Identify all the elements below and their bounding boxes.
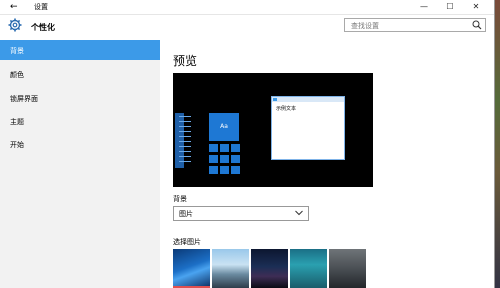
- picture-thumbnail-underwater[interactable]: [290, 249, 327, 288]
- preview-sample-text: 示例文本: [276, 106, 297, 112]
- preview-title: 预览: [173, 54, 198, 68]
- maximize-button[interactable]: ☐: [438, 0, 462, 14]
- sidebar-item-label: 开始: [10, 141, 24, 149]
- preview-tile-large: Aa: [209, 113, 239, 141]
- sidebar-item-lock-screen[interactable]: 锁屏界面: [0, 88, 160, 108]
- choose-picture-label: 选择图片: [173, 238, 201, 246]
- settings-window: ← 设置 — ☐ ✕ 个性化 查找设置 背景 颜色 锁屏界面 主题 开始 预览 …: [0, 0, 495, 288]
- title-bar: ← 设置 — ☐ ✕: [0, 0, 494, 15]
- picture-thumbnail-lake-mountain[interactable]: [212, 249, 249, 288]
- sidebar-item-label: 颜色: [10, 71, 24, 79]
- sidebar: 背景 颜色 锁屏界面 主题 开始: [0, 40, 160, 288]
- sidebar-item-label: 锁屏界面: [10, 95, 38, 103]
- back-arrow-icon[interactable]: ←: [10, 1, 18, 13]
- chevron-down-icon: [295, 210, 303, 216]
- search-placeholder: 查找设置: [351, 22, 379, 30]
- close-button[interactable]: ✕: [464, 0, 488, 14]
- preview-sample-window: 示例文本: [271, 96, 345, 160]
- main-content: 预览 Aa 示例文本 背景 图片 选择图片: [160, 40, 494, 288]
- picture-thumbnail-windows-hero[interactable]: [173, 249, 210, 288]
- preview-start-menu-list: [175, 113, 191, 168]
- minimize-button[interactable]: —: [412, 0, 436, 14]
- sidebar-item-start[interactable]: 开始: [0, 134, 160, 154]
- background-type-value: 图片: [179, 210, 193, 218]
- sidebar-item-themes[interactable]: 主题: [0, 111, 160, 131]
- background-label: 背景: [173, 195, 187, 203]
- gear-icon: [8, 18, 22, 32]
- preview-start-tiles: Aa: [209, 113, 240, 181]
- sidebar-item-colors[interactable]: 颜色: [0, 64, 160, 84]
- window-title: 设置: [34, 3, 48, 11]
- background-type-select[interactable]: 图片: [173, 206, 309, 221]
- sidebar-item-label: 背景: [10, 47, 24, 55]
- page-title: 个性化: [31, 23, 55, 32]
- page-header: 个性化 查找设置: [0, 15, 494, 39]
- search-icon[interactable]: [472, 20, 482, 30]
- picture-thumbnail-rock-cliff[interactable]: [329, 249, 366, 288]
- desktop-preview: Aa 示例文本: [173, 73, 373, 187]
- sidebar-item-label: 主题: [10, 118, 24, 126]
- search-input[interactable]: 查找设置: [344, 18, 486, 32]
- sidebar-item-background[interactable]: 背景: [0, 40, 160, 60]
- picture-thumbnail-night-sky[interactable]: [251, 249, 288, 288]
